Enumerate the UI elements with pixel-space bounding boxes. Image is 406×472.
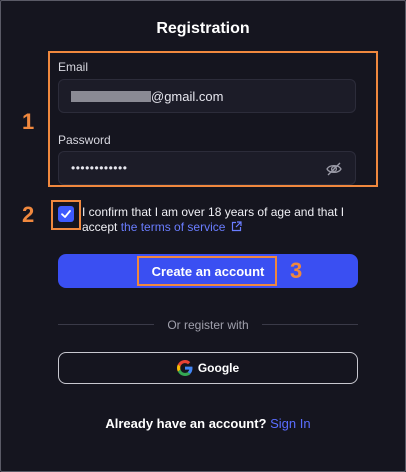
terms-of-service-link[interactable]: the terms of service [121,220,226,234]
password-value: •••••••••••• [71,161,128,175]
age-consent-checkbox[interactable] [58,206,74,222]
redacted-email-user [71,90,151,102]
page-title: Registration [156,20,250,37]
email-field[interactable]: @gmail.com [58,79,356,113]
step1-number: 1 [22,109,35,134]
checkmark-icon [61,210,71,218]
eye-off-icon[interactable] [325,160,343,178]
google-icon [176,360,193,376]
step2-number: 2 [22,202,35,227]
google-register-button[interactable]: Google [58,352,358,384]
step3-highlight [137,256,277,286]
consent-text: I confirm that I am over 18 years of age… [82,205,372,236]
divider-right [262,324,358,325]
email-value: @gmail.com [151,88,224,104]
email-label: Email [58,60,89,74]
password-label: Password [58,133,111,147]
google-label: Google [197,361,240,375]
external-link-icon[interactable] [231,221,243,236]
divider-text: Or register with [167,318,249,332]
signin-link[interactable]: Sign In [270,416,310,431]
password-field[interactable]: •••••••••••• [58,151,356,185]
step3-number: 3 [290,258,303,283]
signin-prompt: Already have an account? [105,416,267,431]
signin-row: Already have an account? Sign In [0,416,406,431]
